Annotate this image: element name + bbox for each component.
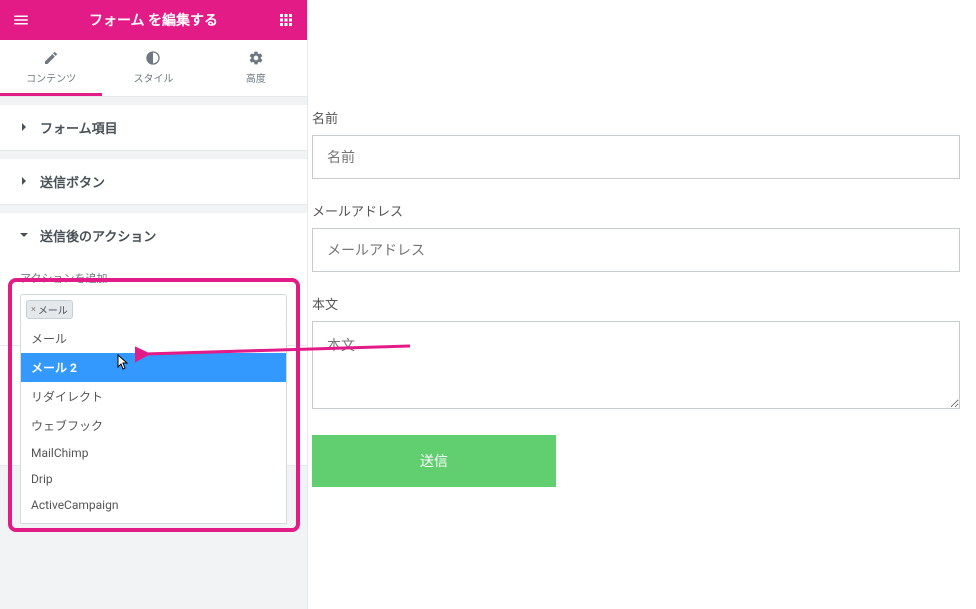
- add-action-label: アクションを追加: [20, 270, 287, 286]
- email-label: メールアドレス: [312, 201, 972, 220]
- tab-content-label: コンテンツ: [26, 74, 76, 85]
- section-actions: 送信後のアクション アクションを追加 × メール メール メール 2 リダイレク…: [0, 213, 307, 346]
- caret-right-icon: [20, 120, 30, 135]
- form-preview: 名前 メールアドレス 本文 送信: [312, 108, 972, 487]
- body-label: 本文: [312, 294, 972, 313]
- editor-panel: フォーム を編集する コンテンツ スタイル 高度 フォーム項目 送信ボタン: [0, 0, 308, 609]
- name-label: 名前: [312, 108, 972, 127]
- section-form-fields-label: フォーム項目: [40, 118, 118, 137]
- tab-advanced-label: 高度: [246, 74, 266, 85]
- panel-title: フォーム を編集する: [30, 10, 277, 30]
- tag-remove-icon[interactable]: ×: [31, 305, 36, 315]
- email-input[interactable]: [312, 228, 960, 272]
- dropdown-option[interactable]: メール: [21, 324, 286, 353]
- tab-advanced[interactable]: 高度: [205, 40, 307, 96]
- apps-icon[interactable]: [277, 11, 295, 29]
- body-textarea[interactable]: [312, 321, 960, 409]
- dropdown-option[interactable]: リダイレクト: [21, 382, 286, 411]
- submit-button[interactable]: 送信: [312, 435, 556, 487]
- panel-header: フォーム を編集する: [0, 0, 307, 40]
- selected-action-tag-label: メール: [38, 302, 68, 317]
- section-actions-header[interactable]: 送信後のアクション: [0, 213, 307, 258]
- dropdown-option[interactable]: メール 2: [21, 353, 286, 382]
- selected-action-tag[interactable]: × メール: [26, 300, 73, 319]
- menu-icon[interactable]: [12, 11, 30, 29]
- dropdown-option[interactable]: ウェブフック: [21, 411, 286, 440]
- dropdown-option[interactable]: ActiveCampaign: [21, 492, 286, 518]
- pencil-icon: [43, 50, 59, 66]
- dropdown-option[interactable]: GetResponse: [21, 518, 286, 524]
- tab-style-label: スタイル: [133, 74, 173, 85]
- section-submit-button-label: 送信ボタン: [40, 172, 105, 191]
- tabs-bar: コンテンツ スタイル 高度: [0, 40, 307, 97]
- dropdown-option[interactable]: MailChimp: [21, 440, 286, 466]
- tab-style[interactable]: スタイル: [102, 40, 204, 96]
- name-input[interactable]: [312, 135, 960, 179]
- gear-icon: [248, 50, 264, 66]
- action-tag-input[interactable]: × メール: [20, 294, 287, 325]
- caret-right-icon: [20, 174, 30, 189]
- dropdown-option[interactable]: Drip: [21, 466, 286, 492]
- contrast-icon: [145, 50, 161, 66]
- action-dropdown[interactable]: メール メール 2 リダイレクト ウェブフック MailChimp Drip A…: [20, 324, 287, 524]
- section-actions-label: 送信後のアクション: [40, 226, 156, 245]
- tab-content[interactable]: コンテンツ: [0, 40, 102, 96]
- section-form-fields[interactable]: フォーム項目: [0, 105, 307, 151]
- caret-down-icon: [20, 228, 30, 243]
- section-submit-button[interactable]: 送信ボタン: [0, 159, 307, 205]
